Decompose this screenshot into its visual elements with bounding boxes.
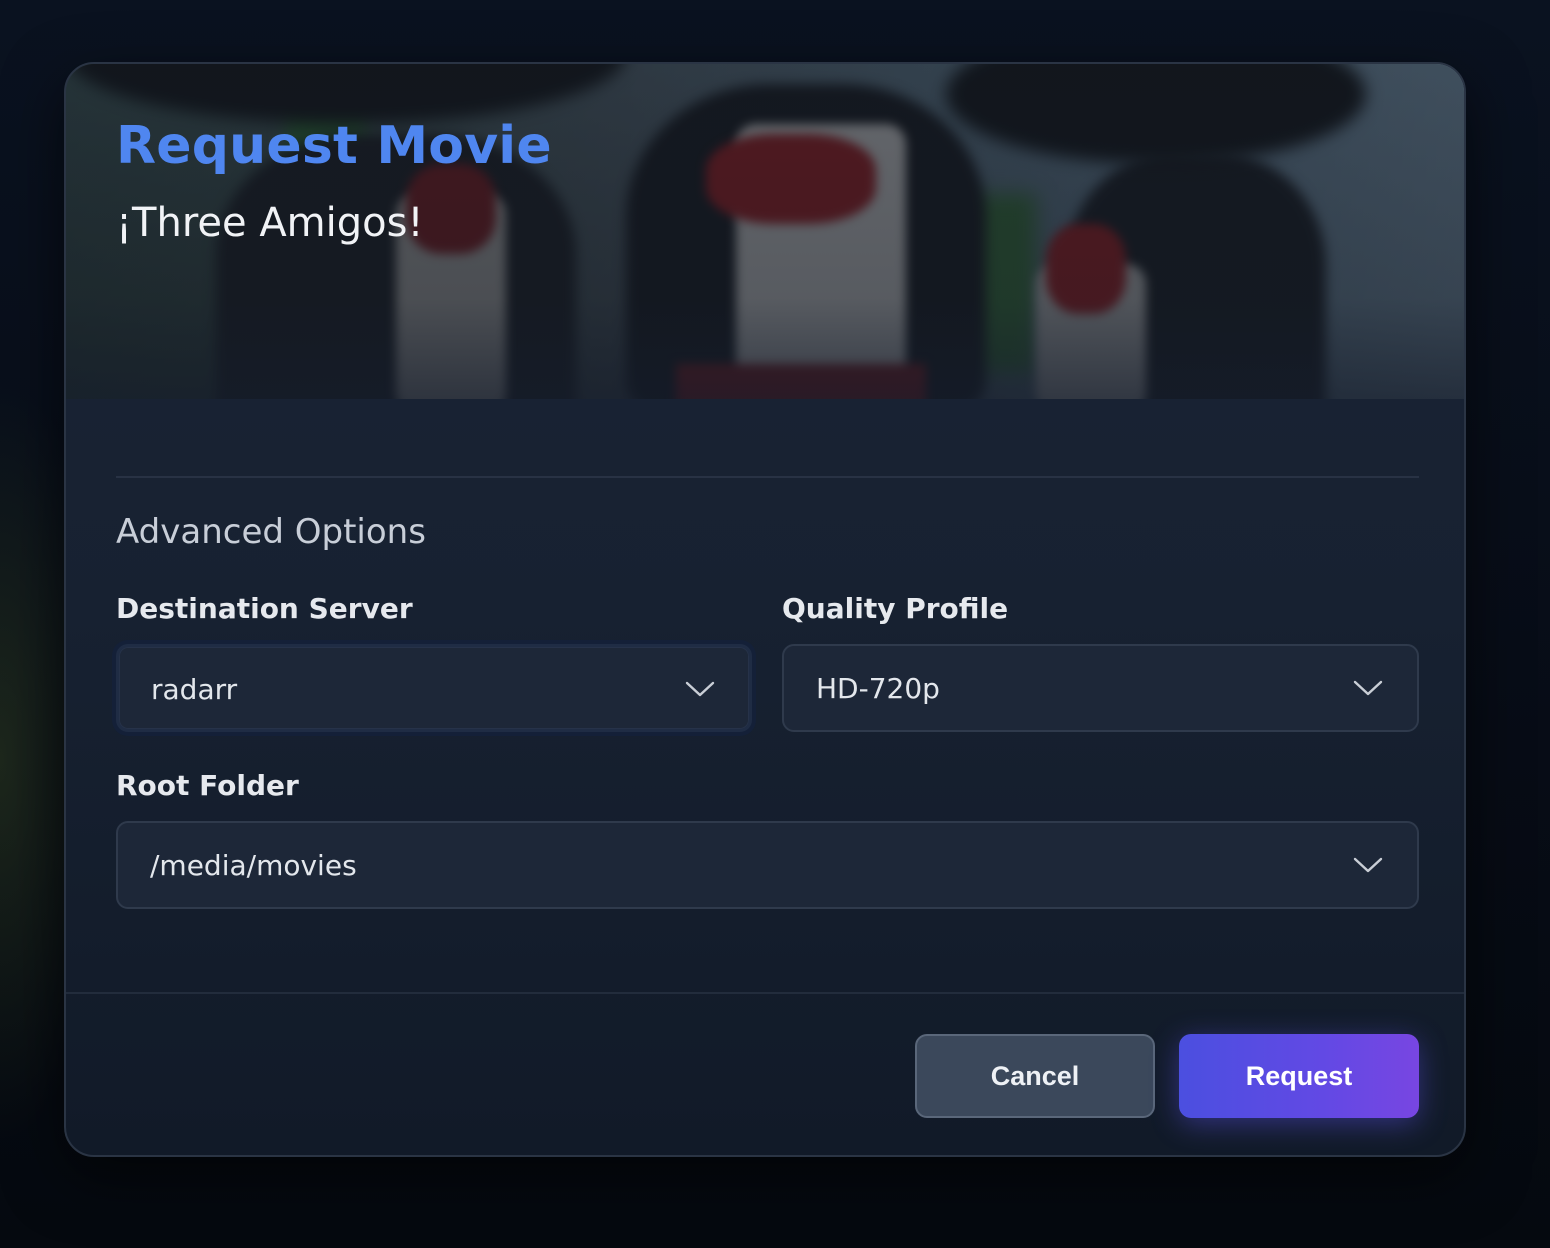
root-folder-select[interactable]: /media/movies <box>116 821 1419 909</box>
movie-backdrop-banner: Request Movie ¡Three Amigos! <box>66 64 1464 399</box>
quality-profile-label: Quality Profile <box>782 592 1009 625</box>
cancel-button[interactable]: Cancel <box>915 1034 1155 1118</box>
request-button[interactable]: Request <box>1179 1034 1419 1118</box>
chevron-down-icon <box>1353 857 1383 873</box>
chevron-down-icon <box>1353 680 1383 696</box>
chevron-down-icon <box>685 681 715 697</box>
destination-server-label: Destination Server <box>116 592 413 625</box>
root-folder-value: /media/movies <box>150 849 357 882</box>
modal-title: Request Movie <box>116 116 552 176</box>
movie-title: ¡Three Amigos! <box>116 200 424 246</box>
footer-divider <box>66 992 1464 994</box>
section-divider <box>116 476 1419 478</box>
quality-profile-select[interactable]: HD-720p <box>782 644 1419 732</box>
quality-profile-value: HD-720p <box>816 672 940 705</box>
advanced-options-heading: Advanced Options <box>116 512 426 552</box>
request-movie-modal: Request Movie ¡Three Amigos! Advanced Op… <box>64 62 1466 1157</box>
destination-server-value: radarr <box>151 673 238 706</box>
destination-server-select[interactable]: radarr <box>116 644 752 732</box>
root-folder-label: Root Folder <box>116 769 299 802</box>
